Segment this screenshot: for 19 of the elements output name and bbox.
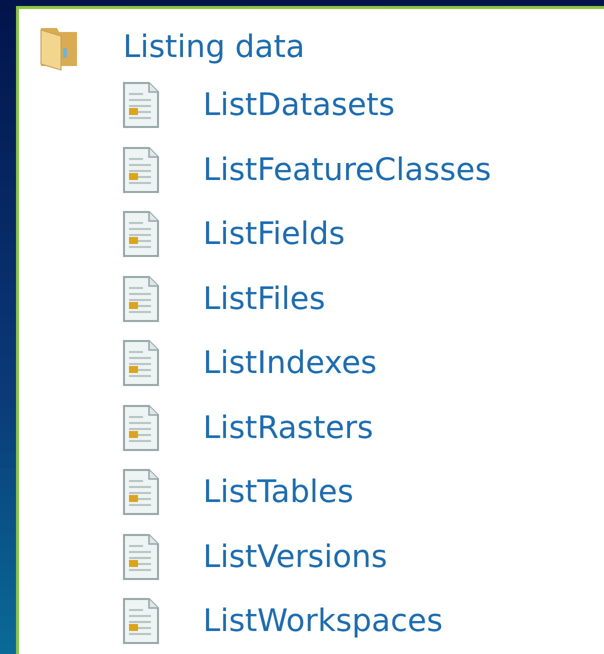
document-icon (121, 274, 161, 323)
tree-item[interactable]: ListRasters (203, 410, 374, 446)
document-icon (121, 532, 161, 581)
tree-item[interactable]: ListTables (203, 474, 354, 510)
tree-item[interactable]: ListFiles (203, 280, 326, 317)
document-icon (121, 146, 161, 194)
tree-item[interactable]: ListDatasets (203, 87, 395, 124)
tree-item[interactable]: ListIndexes (203, 345, 377, 382)
tree-item[interactable]: ListVersions (203, 538, 388, 575)
tree-item[interactable]: ListFields (203, 216, 345, 252)
document-icon (121, 339, 161, 388)
document-icon (121, 468, 161, 516)
document-icon (121, 210, 161, 258)
document-icon (121, 404, 161, 452)
document-icon (121, 597, 161, 646)
tree-item[interactable]: Listing data (123, 29, 305, 65)
tree-item[interactable]: ListFeatureClasses (203, 152, 492, 188)
tree-item[interactable]: ListWorkspaces (203, 603, 443, 640)
document-icon (121, 81, 161, 130)
